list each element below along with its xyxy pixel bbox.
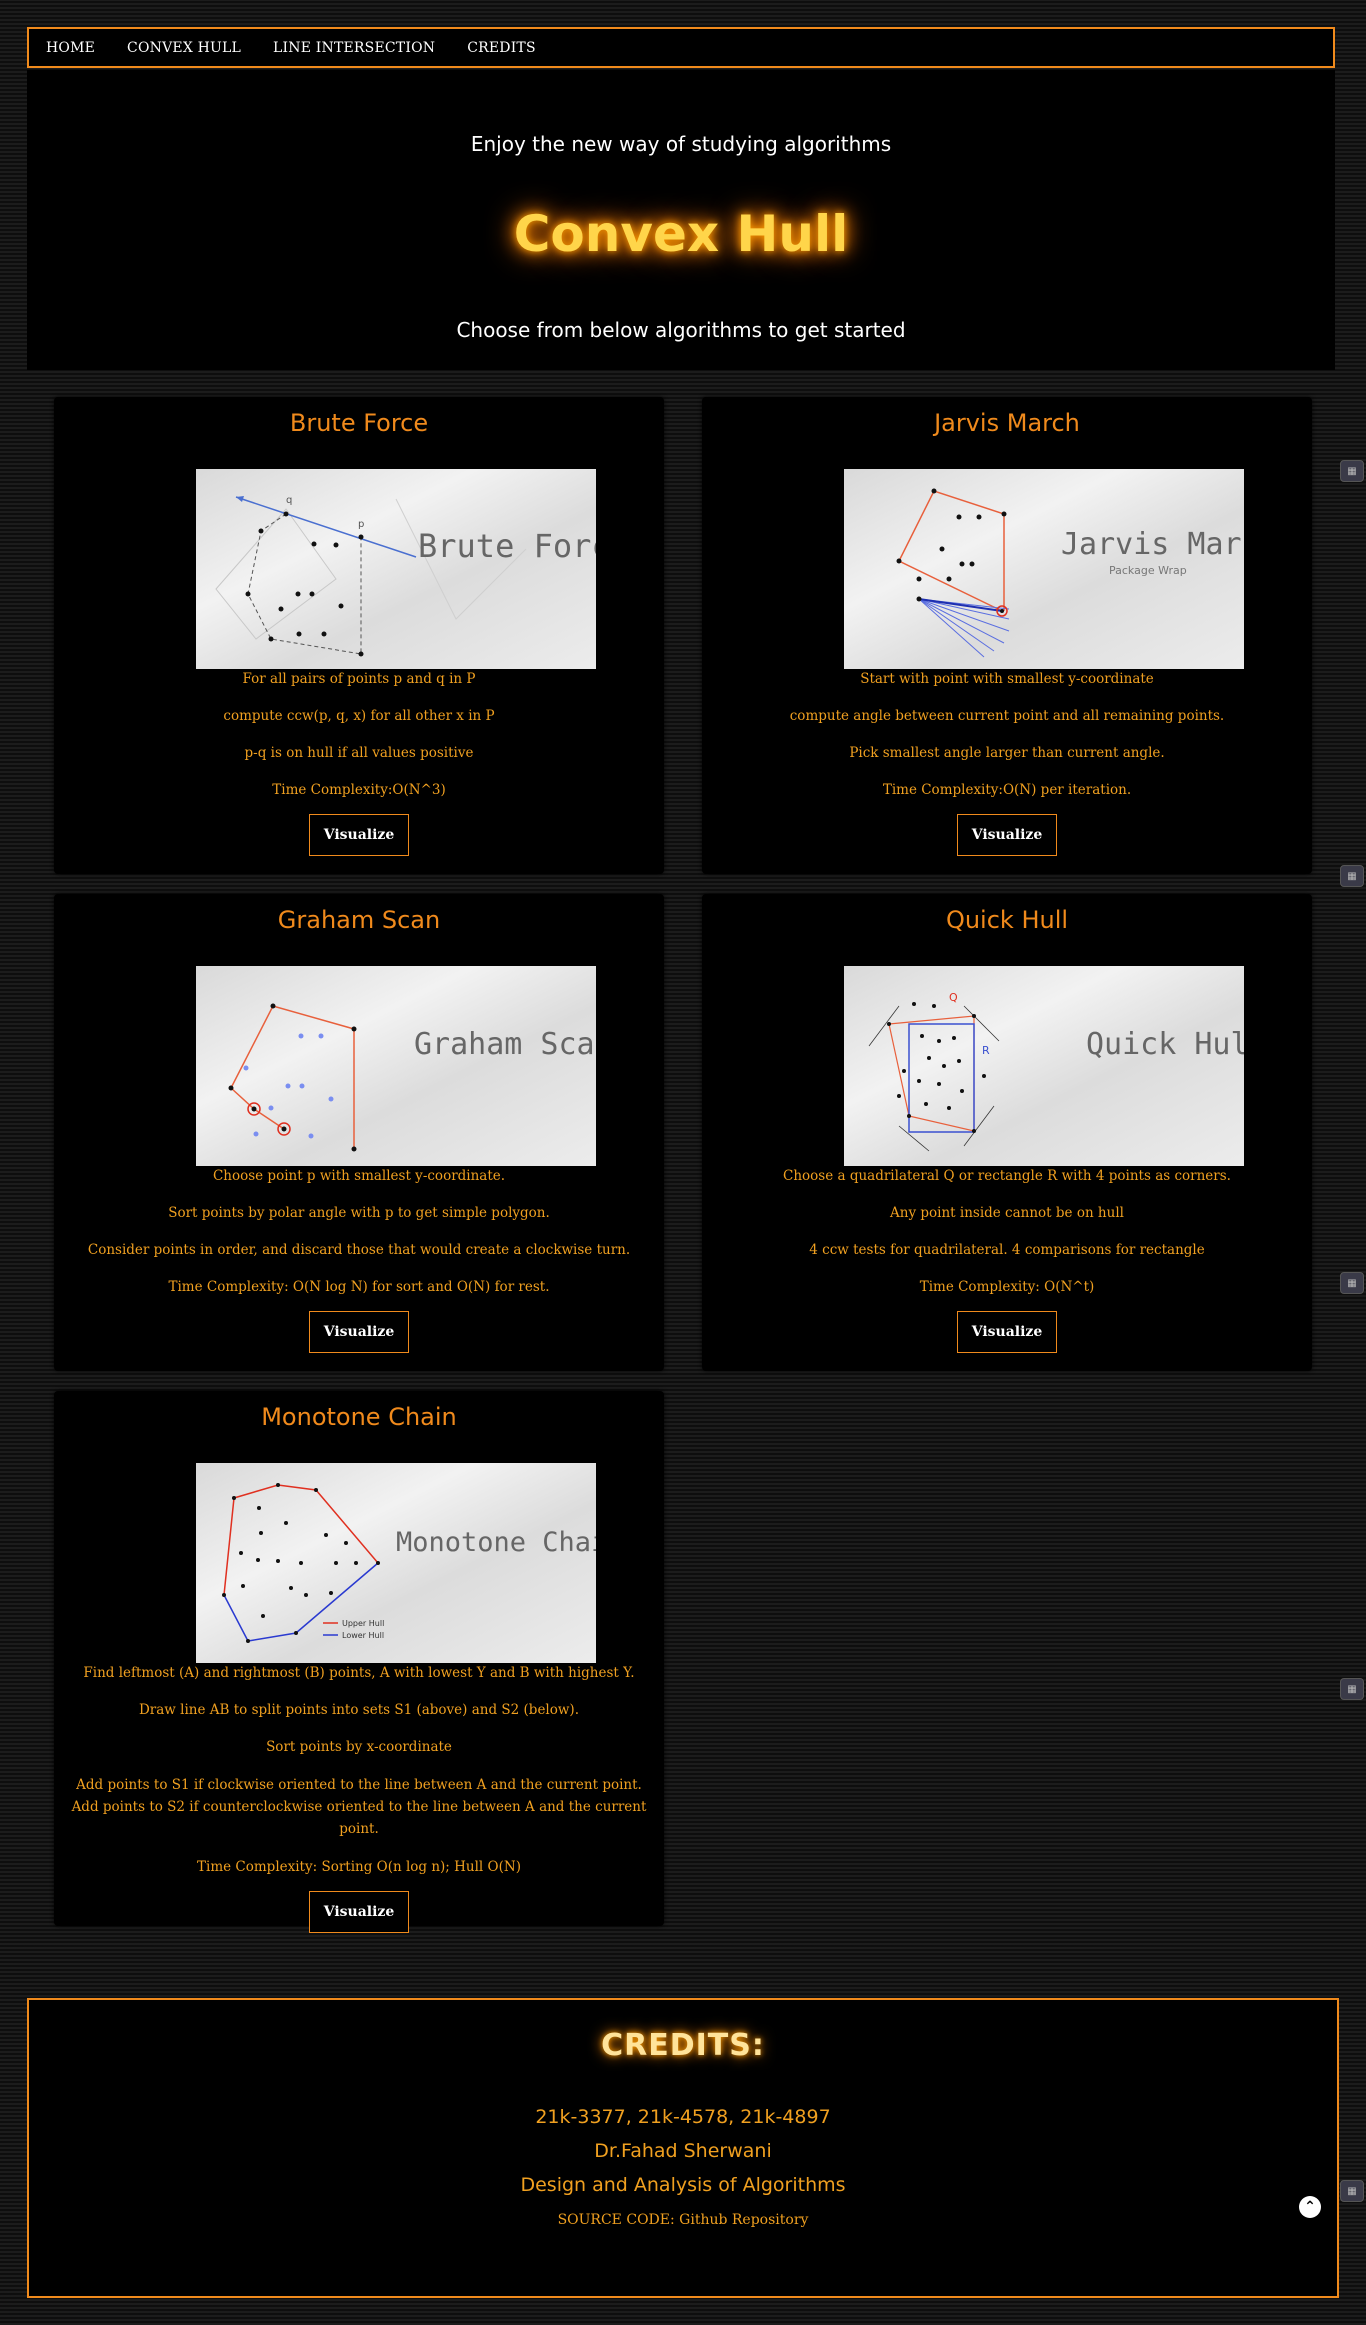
card-title: Monotone Chain (261, 1403, 457, 1431)
desc-line: Time Complexity: O(N^t) (919, 1279, 1095, 1295)
card-title: Jarvis March (934, 409, 1080, 437)
credits-section: CREDITS: 21k-3377, 21k-4578, 21k-4897 Dr… (27, 1998, 1339, 2298)
image-label: Jarvis March (1061, 527, 1244, 562)
graham-scan-image: Graham Scan (196, 966, 596, 1166)
credits-ids: 21k-3377, 21k-4578, 21k-4897 (535, 2106, 831, 2128)
desc-line: p-q is on hull if all values positive (244, 745, 474, 761)
legend-upper: Upper Hull (342, 1619, 384, 1628)
credits-course: Design and Analysis of Algorithms (520, 2174, 846, 2196)
card-title: Quick Hull (945, 906, 1069, 934)
card-jarvis-march: Jarvis March Jarvis March Package Wrap S… (702, 397, 1312, 874)
desc-line: Pick smallest angle larger than current … (849, 745, 1165, 761)
desc-line: Add points to S1 if clockwise oriented t… (71, 1777, 647, 1837)
desc-line: compute angle between current point and … (789, 708, 1225, 724)
jarvis-march-image: Jarvis March Package Wrap (844, 469, 1244, 669)
desc-line: Time Complexity:O(N) per iteration. (882, 782, 1132, 798)
desc-line: Choose a quadrilateral Q or rectangle R … (783, 1168, 1231, 1184)
image-sublabel: Package Wrap (1109, 564, 1187, 577)
visualize-button[interactable]: Visualize (308, 814, 410, 856)
desc-line: Choose point p with smallest y-coordinat… (212, 1168, 506, 1184)
nav-convex-hull[interactable]: CONVEX HULL (127, 40, 241, 56)
desc-line: Draw line AB to split points into sets S… (138, 1702, 579, 1718)
side-widget-icon[interactable]: ▦ (1340, 1678, 1364, 1700)
credits-instructor: Dr.Fahad Sherwani (594, 2140, 772, 2162)
hero-tagline: Enjoy the new way of studying algorithms (470, 132, 892, 156)
desc-line: Sort points by polar angle with p to get… (168, 1205, 550, 1221)
svg-text:R: R (982, 1044, 990, 1057)
card-description: Start with point with smallest y-coordin… (712, 669, 1302, 856)
hero-subtitle: Choose from below algorithms to get star… (456, 318, 906, 342)
image-label: Brute Force (418, 527, 596, 565)
source-code-link[interactable]: SOURCE CODE: Github Repository (29, 2212, 1337, 2228)
card-monotone-chain: Monotone Chain Upper Hull Lower Hull Mon… (54, 1391, 664, 1933)
visualize-button[interactable]: Visualize (956, 814, 1058, 856)
desc-line: Time Complexity:O(N^3) (272, 782, 446, 798)
image-label: Monotone Chain (396, 1527, 596, 1558)
side-widget-icon[interactable]: ▦ (1340, 460, 1364, 482)
scroll-to-top-button[interactable]: ⌃ (1299, 2196, 1321, 2218)
desc-line: Time Complexity: O(N log N) for sort and… (168, 1279, 550, 1295)
card-brute-force: Brute Force q p Brute Force For all pair… (54, 397, 664, 874)
hero-section: Enjoy the new way of studying algorithms… (27, 70, 1335, 370)
desc-line: 4 ccw tests for quadrilateral. 4 compari… (809, 1242, 1205, 1258)
side-widget-icon[interactable]: ▦ (1340, 1272, 1364, 1294)
legend-lower: Lower Hull (342, 1631, 384, 1640)
desc-line: Start with point with smallest y-coordin… (860, 671, 1154, 687)
card-quick-hull: Quick Hull Q R Quick Hull Choose a quadr… (702, 894, 1312, 1371)
card-title: Graham Scan (277, 906, 441, 934)
card-description: Choose point p with smallest y-coordinat… (64, 1166, 654, 1353)
svg-text:Q: Q (949, 991, 958, 1004)
credits-title: CREDITS: (601, 2028, 765, 2063)
desc-line: Consider points in order, and discard th… (87, 1242, 631, 1258)
nav-line-intersection[interactable]: LINE INTERSECTION (273, 40, 435, 56)
card-description: For all pairs of points p and q in P com… (64, 669, 654, 856)
top-nav: HOME CONVEX HULL LINE INTERSECTION CREDI… (27, 27, 1335, 68)
visualize-button[interactable]: Visualize (308, 1311, 410, 1353)
visualize-button[interactable]: Visualize (308, 1891, 410, 1933)
hero-title: Convex Hull (513, 205, 849, 263)
desc-line: compute ccw(p, q, x) for all other x in … (223, 708, 495, 724)
desc-line: Any point inside cannot be on hull (890, 1205, 1124, 1221)
card-graham-scan: Graham Scan Graham Scan Choose point p w… (54, 894, 664, 1371)
image-label: Quick Hull (1086, 1027, 1244, 1062)
desc-line: Find leftmost (A) and rightmost (B) poin… (83, 1665, 635, 1681)
monotone-chain-image: Upper Hull Lower Hull Monotone Chain (196, 1463, 596, 1663)
brute-force-image: q p Brute Force (196, 469, 596, 669)
desc-line: For all pairs of points p and q in P (242, 671, 476, 687)
svg-text:p: p (358, 519, 364, 530)
desc-line: Time Complexity: Sorting O(n log n); Hul… (197, 1859, 521, 1875)
image-label: Graham Scan (414, 1027, 596, 1062)
card-title: Brute Force (289, 409, 429, 437)
nav-credits[interactable]: CREDITS (467, 40, 536, 56)
quick-hull-image: Q R Quick Hull (844, 966, 1244, 1166)
nav-home[interactable]: HOME (46, 40, 95, 56)
svg-text:q: q (286, 495, 292, 506)
card-description: Find leftmost (A) and rightmost (B) poin… (64, 1663, 654, 1933)
card-description: Choose a quadrilateral Q or rectangle R … (712, 1166, 1302, 1353)
desc-line: Sort points by x-coordinate (266, 1739, 452, 1755)
visualize-button[interactable]: Visualize (956, 1311, 1058, 1353)
side-widget-icon[interactable]: ▦ (1340, 865, 1364, 887)
side-widget-icon[interactable]: ▦ (1340, 2180, 1364, 2202)
